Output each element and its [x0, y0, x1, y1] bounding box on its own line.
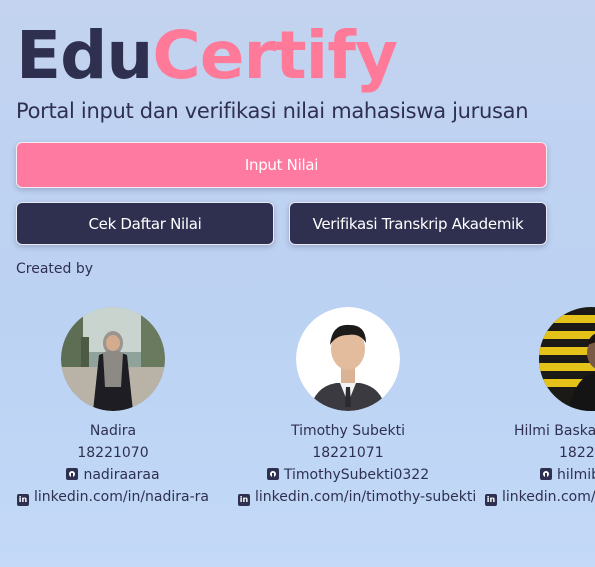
- created-by-label: Created by: [16, 261, 94, 277]
- creator-nim: 18221070: [77, 445, 149, 461]
- linkedin-icon: in: [485, 494, 497, 506]
- creator-github-link[interactable]: hilmib: [484, 464, 595, 486]
- creator-card-nadira: Nadira 18221070 nadiraaraa in linkedin.co…: [3, 307, 223, 508]
- creator-name: Nadira: [89, 423, 137, 439]
- creator-linkedin-url: linkedin.com/in/timothy-subekti: [255, 489, 477, 505]
- cek-daftar-nilai-button[interactable]: Cek Daftar Nilai: [16, 202, 274, 245]
- avatar: [61, 307, 165, 411]
- github-icon: [540, 468, 552, 480]
- creator-name: Timothy Subekti: [290, 423, 406, 439]
- creator-github-handle: TimothySubekti0322: [283, 467, 430, 483]
- verifikasi-transkrip-button[interactable]: Verifikasi Transkrip Akademik: [289, 202, 547, 245]
- app-subtitle: Portal input dan verifikasi nilai mahasi…: [16, 99, 529, 123]
- github-icon: [266, 468, 279, 480]
- creator-card-timothy: Timothy Subekti 18221071 TimothySubekti0…: [238, 307, 476, 508]
- github-icon: [66, 468, 79, 480]
- creator-github-link[interactable]: nadiraaraa: [3, 464, 223, 486]
- creator-nim: 18221071: [312, 445, 384, 461]
- input-nilai-button[interactable]: Input Nilai: [16, 142, 547, 188]
- creator-linkedin-link[interactable]: in linkedin.com/in/nadira-ra: [3, 486, 223, 508]
- creator-linkedin-url: linkedin.com/: [502, 489, 595, 505]
- app-title: EduCertify: [16, 16, 398, 96]
- linkedin-icon: in: [16, 494, 29, 506]
- creator-linkedin-link[interactable]: in linkedin.com/in/timothy-subekti: [238, 486, 476, 508]
- app-title-part-edu: Edu: [16, 17, 153, 94]
- creator-github-handle: nadiraaraa: [83, 467, 160, 483]
- creator-github-handle: hilmib: [557, 467, 595, 483]
- avatar: [296, 307, 400, 411]
- creator-linkedin-link[interactable]: in linkedin.com/: [484, 486, 595, 508]
- linkedin-icon: in: [238, 494, 250, 506]
- app-title-part-certify: Certify: [152, 17, 398, 94]
- creator-nim: 1822: [559, 445, 595, 461]
- creator-name: Hilmi Baska: [514, 423, 595, 439]
- avatar: [539, 307, 595, 411]
- creator-linkedin-url: linkedin.com/in/nadira-ra: [33, 489, 210, 505]
- creator-github-link[interactable]: TimothySubekti0322: [238, 464, 458, 486]
- creator-card-hilmi: Hilmi Baska 1822 hilmib in linkedin.com/: [484, 307, 595, 508]
- page: EduCertify Portal input dan verifikasi n…: [0, 0, 595, 567]
